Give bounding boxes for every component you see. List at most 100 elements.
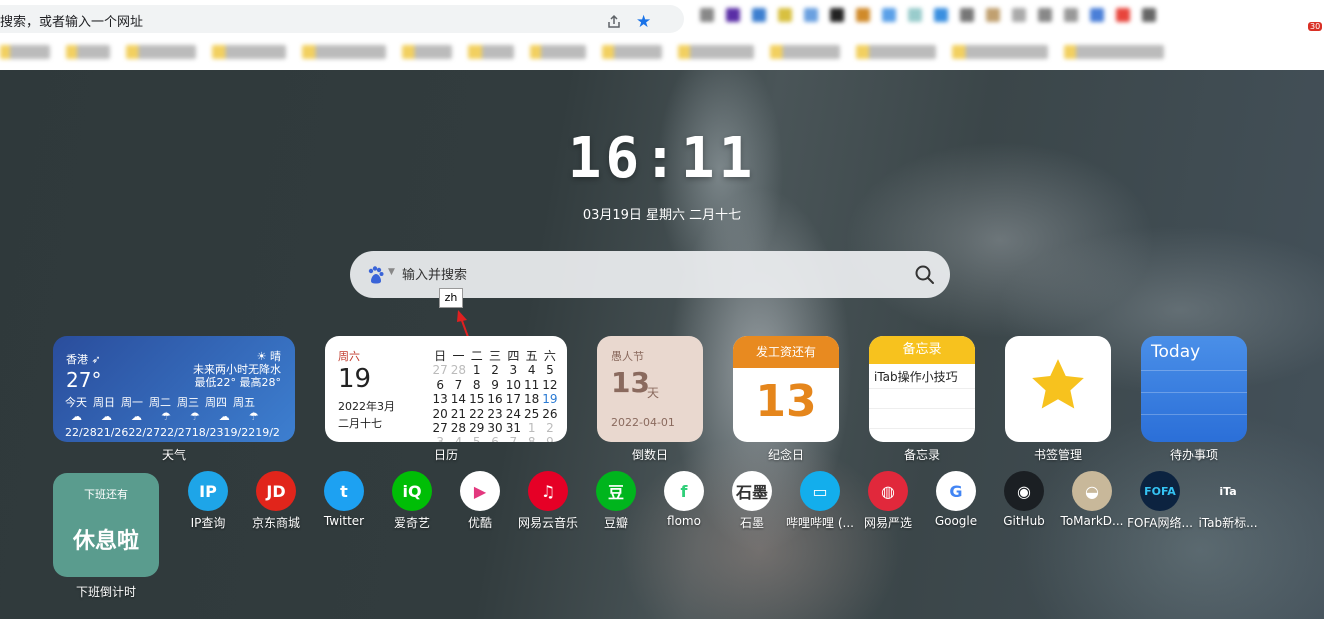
app-label[interactable]: 石墨 <box>715 514 789 531</box>
extension-icon[interactable] <box>1116 8 1130 22</box>
memo-label: 备忘录 <box>903 448 940 462</box>
app-icon[interactable]: ♫ <box>528 471 568 511</box>
anniversary-title: 发工资还有 <box>733 336 839 368</box>
app-label[interactable]: 豆瓣 <box>579 514 653 531</box>
extension-icon[interactable] <box>778 8 792 22</box>
app-icon[interactable]: JD <box>256 471 296 511</box>
countdown-number: 13 <box>611 366 650 399</box>
extension-icon[interactable] <box>1038 8 1052 22</box>
search-input[interactable] <box>402 261 902 289</box>
extension-icon[interactable] <box>1090 8 1104 22</box>
calendar-grid: 日一 二三 四五 六 27 28 1 2 3 4 5 6 7 8 9 10 11 12 13 14 15 16… <box>432 349 558 442</box>
app-icon[interactable]: iTa <box>1208 471 1248 511</box>
app-label[interactable]: Twitter <box>307 514 381 528</box>
app-label[interactable]: FOFA网络... <box>1123 514 1197 531</box>
search-icon[interactable] <box>914 264 936 286</box>
weather-note: 未来两小时无降水 最低22° 最高28° <box>193 363 281 389</box>
app-icon[interactable]: IP <box>188 471 228 511</box>
browser-toolbar: 搜索，或者输入一个网址 ★ 30 <box>0 0 1324 36</box>
app-icon[interactable]: ◉ <box>1004 471 1044 511</box>
extension-icon[interactable] <box>934 8 948 22</box>
anniversary-widget[interactable]: 发工资还有 13 <box>733 336 839 442</box>
app-icon[interactable]: ▶ <box>460 471 500 511</box>
weather-temp: 27° <box>66 368 102 392</box>
bookmark-manager-widget[interactable] <box>1005 336 1111 442</box>
bookmark-item[interactable] <box>402 45 452 59</box>
app-icon[interactable]: t <box>324 471 364 511</box>
app-icon[interactable]: 石墨 <box>732 471 772 511</box>
sun-icon: ☀ <box>256 350 267 363</box>
memo-content: iTab操作小技巧 <box>874 370 958 384</box>
app-icon[interactable]: ◒ <box>1072 471 1112 511</box>
app-icon[interactable]: G <box>936 471 976 511</box>
bookmarks-bar <box>0 36 1324 70</box>
app-label[interactable]: 网易严选 <box>851 514 925 531</box>
bookmark-item[interactable] <box>770 45 840 59</box>
share-icon[interactable] <box>606 14 622 30</box>
bookmark-item[interactable] <box>0 45 50 59</box>
todo-line <box>1141 392 1247 393</box>
app-label[interactable]: 爱奇艺 <box>375 514 449 531</box>
extension-icon[interactable] <box>1012 8 1026 22</box>
bookmark-item[interactable] <box>530 45 586 59</box>
bookmark-item[interactable] <box>302 45 386 59</box>
app-label[interactable]: Google <box>919 514 993 528</box>
countdown-widget[interactable]: 愚人节 13 天 2022-04-01 <box>597 336 703 442</box>
bookmark-item[interactable] <box>66 45 110 59</box>
app-glyph: ▶ <box>473 481 487 501</box>
app-label[interactable]: 优酷 <box>443 514 517 531</box>
bookmark-item[interactable] <box>468 45 514 59</box>
extension-icon[interactable] <box>804 8 818 22</box>
bookmark-item[interactable] <box>1064 45 1164 59</box>
bookmark-item[interactable] <box>212 45 286 59</box>
extension-icon[interactable] <box>882 8 896 22</box>
memo-title: 备忘录 <box>869 336 975 364</box>
chevron-down-icon[interactable]: ▼ <box>388 267 395 277</box>
app-glyph: 豆 <box>607 483 624 502</box>
app-icon[interactable]: iQ <box>392 471 432 511</box>
omnibox[interactable]: 搜索，或者输入一个网址 ★ <box>0 5 684 33</box>
extension-icon[interactable] <box>986 8 1000 22</box>
extension-icon[interactable] <box>700 8 714 22</box>
extension-icon[interactable] <box>726 8 740 22</box>
extension-icon[interactable] <box>1064 8 1078 22</box>
bookmark-star-icon[interactable]: ★ <box>636 12 651 32</box>
memo-widget[interactable]: 备忘录 iTab操作小技巧 <box>869 336 975 442</box>
bookmark-item[interactable] <box>602 45 662 59</box>
app-label[interactable]: 网易云音乐 <box>511 514 585 531</box>
app-label[interactable]: GitHub <box>987 514 1061 528</box>
app-icon[interactable]: ◍ <box>868 471 908 511</box>
app-label[interactable]: 京东商城 <box>239 514 313 531</box>
weather-widget[interactable]: 香港 ➶ 27° ☀ 晴 未来两小时无降水 最低22° 最高28° 今天 周日 周… <box>53 336 295 442</box>
off-work-label: 下班倒计时 <box>75 585 136 599</box>
app-icon[interactable]: f <box>664 471 704 511</box>
bookmark-item[interactable] <box>126 45 196 59</box>
app-icon[interactable]: 豆 <box>596 471 636 511</box>
rain-cloud-icon: ☁ <box>101 410 112 423</box>
extension-icon[interactable] <box>908 8 922 22</box>
countdown-title: 愚人节 <box>611 350 644 363</box>
extension-badge: 30 <box>1308 22 1323 31</box>
clock-time: 16:11 <box>567 126 757 191</box>
bookmark-item[interactable] <box>856 45 936 59</box>
app-label[interactable]: 哔哩哔哩 (... <box>783 514 857 531</box>
app-label[interactable]: flomo <box>647 514 721 528</box>
extension-icon[interactable] <box>960 8 974 22</box>
todo-widget[interactable]: Today <box>1141 336 1247 442</box>
baidu-paw-icon[interactable] <box>366 265 386 285</box>
extension-icon[interactable] <box>1142 8 1156 22</box>
off-work-widget[interactable]: 下班还有 休息啦 <box>53 473 159 577</box>
weather-condition: ☀ 晴 <box>256 350 281 363</box>
app-label[interactable]: ToMarkD... <box>1055 514 1129 528</box>
app-icon[interactable]: ▭ <box>800 471 840 511</box>
app-glyph: iTa <box>1219 484 1237 498</box>
bookmark-item[interactable] <box>952 45 1048 59</box>
app-label[interactable]: iTab新标... <box>1191 514 1265 531</box>
calendar-widget[interactable]: 周六 19 2022年3月 二月十七 日一 二三 四五 六 27 28 1 2 3 4 5 … <box>325 336 567 442</box>
app-icon[interactable]: FOFA <box>1140 471 1180 511</box>
bookmark-item[interactable] <box>678 45 754 59</box>
extension-icon[interactable] <box>752 8 766 22</box>
extension-icon[interactable] <box>830 8 844 22</box>
app-label[interactable]: IP查询 <box>171 514 245 531</box>
extension-icon[interactable] <box>856 8 870 22</box>
